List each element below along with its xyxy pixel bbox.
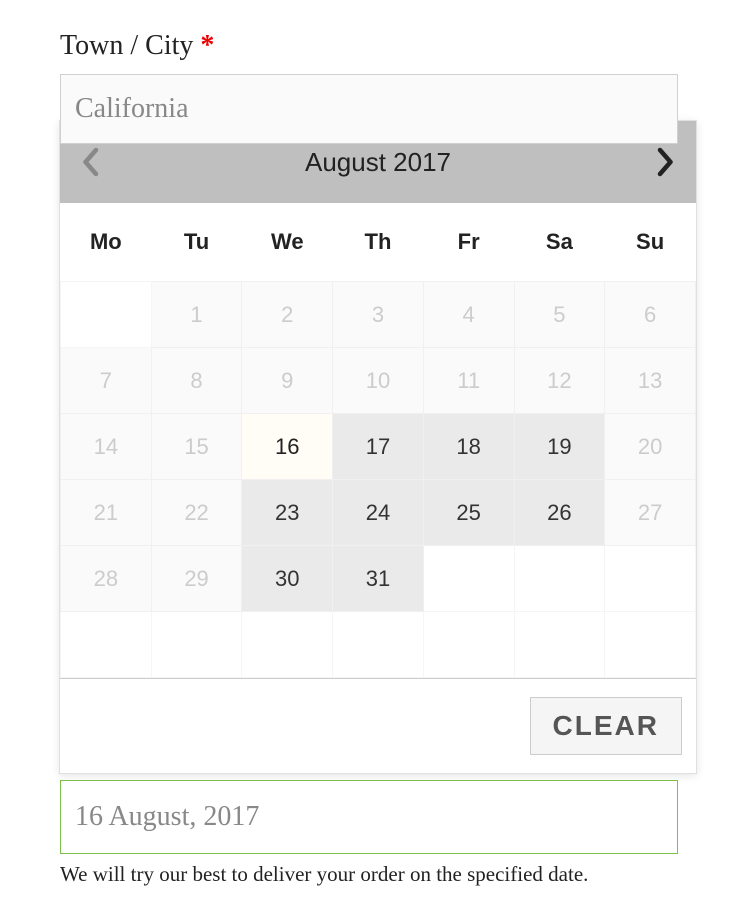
calendar-day-30[interactable]: 30 (242, 546, 333, 612)
calendar-day-5: 5 (514, 282, 605, 348)
calendar-row: 14151617181920 (61, 414, 696, 480)
calendar-day-31[interactable]: 31 (333, 546, 424, 612)
weekday-we: We (242, 203, 333, 282)
prev-month-button[interactable] (78, 150, 102, 174)
datepicker-grid: Mo Tu We Th Fr Sa Su 1234567891011121314… (60, 203, 696, 678)
calendar-row: 21222324252627 (61, 480, 696, 546)
delivery-help-text: We will try our best to deliver your ord… (60, 860, 678, 888)
next-month-button[interactable] (654, 150, 678, 174)
chevron-right-icon (657, 147, 675, 177)
weekday-header-row: Mo Tu We Th Fr Sa Su (61, 203, 696, 282)
calendar-row: 28293031 (61, 546, 696, 612)
calendar-day-16[interactable]: 16 (242, 414, 333, 480)
weekday-sa: Sa (514, 203, 605, 282)
calendar-day-22: 22 (151, 480, 242, 546)
calendar-day-11: 11 (423, 348, 514, 414)
weekday-su: Su (605, 203, 696, 282)
selected-date-input[interactable]: 16 August, 2017 (60, 780, 678, 854)
town-city-label-text: Town / City (60, 30, 193, 61)
calendar-day-18[interactable]: 18 (423, 414, 514, 480)
calendar-cell-empty (605, 546, 696, 612)
town-city-input[interactable] (60, 74, 678, 144)
chevron-left-icon (81, 147, 99, 177)
calendar-day-13: 13 (605, 348, 696, 414)
calendar-day-26[interactable]: 26 (514, 480, 605, 546)
calendar-cell-empty (423, 546, 514, 612)
weekday-mo: Mo (61, 203, 152, 282)
calendar-day-8: 8 (151, 348, 242, 414)
calendar-day-2: 2 (242, 282, 333, 348)
calendar-day-7: 7 (61, 348, 152, 414)
calendar-day-27: 27 (605, 480, 696, 546)
calendar-day-3: 3 (333, 282, 424, 348)
calendar-row: 78910111213 (61, 348, 696, 414)
calendar-day-4: 4 (423, 282, 514, 348)
calendar-cell-empty (514, 546, 605, 612)
calendar-cell-empty (514, 612, 605, 678)
calendar-day-17[interactable]: 17 (333, 414, 424, 480)
calendar-day-28: 28 (61, 546, 152, 612)
calendar-cell-empty (423, 612, 514, 678)
calendar-day-23[interactable]: 23 (242, 480, 333, 546)
calendar-day-12: 12 (514, 348, 605, 414)
calendar-cell-empty (605, 612, 696, 678)
weekday-fr: Fr (423, 203, 514, 282)
calendar-row (61, 612, 696, 678)
calendar-day-1: 1 (151, 282, 242, 348)
calendar-day-9: 9 (242, 348, 333, 414)
calendar-cell-empty (333, 612, 424, 678)
calendar-day-21: 21 (61, 480, 152, 546)
calendar-row: 123456 (61, 282, 696, 348)
datepicker-popup: August 2017 Mo Tu We Th Fr Sa Su 1234567… (59, 120, 697, 774)
calendar-cell-empty (151, 612, 242, 678)
calendar-day-19[interactable]: 19 (514, 414, 605, 480)
datepicker-footer: CLEAR (60, 678, 696, 773)
calendar-cell-empty (242, 612, 333, 678)
calendar-day-24[interactable]: 24 (333, 480, 424, 546)
calendar-day-25[interactable]: 25 (423, 480, 514, 546)
calendar-cell-empty (61, 282, 152, 348)
town-city-label: Town / City * (60, 30, 678, 62)
datepicker-month-title: August 2017 (305, 147, 451, 178)
weekday-tu: Tu (151, 203, 242, 282)
calendar-day-10: 10 (333, 348, 424, 414)
calendar-day-20: 20 (605, 414, 696, 480)
weekday-th: Th (333, 203, 424, 282)
calendar-day-29: 29 (151, 546, 242, 612)
calendar-cell-empty (61, 612, 152, 678)
required-indicator: * (200, 30, 214, 61)
clear-button[interactable]: CLEAR (530, 697, 682, 755)
calendar-day-15: 15 (151, 414, 242, 480)
calendar-day-14: 14 (61, 414, 152, 480)
calendar-day-6: 6 (605, 282, 696, 348)
